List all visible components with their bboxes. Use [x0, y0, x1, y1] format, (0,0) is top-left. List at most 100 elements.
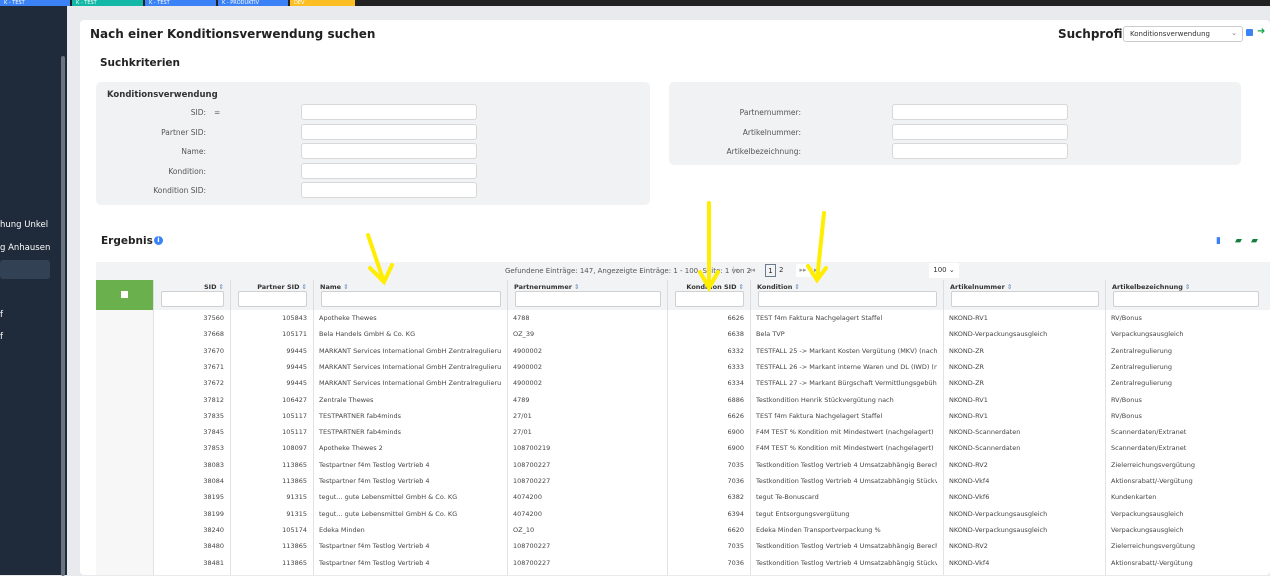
- column-filter-input[interactable]: [675, 291, 744, 307]
- column-header-artikelnummer[interactable]: Artikelnummer ⇕: [943, 280, 1105, 310]
- criteria-input[interactable]: [301, 182, 477, 198]
- page-2-button[interactable]: 2: [779, 264, 783, 277]
- table-cell: 37560: [203, 314, 224, 322]
- column-filter-input[interactable]: [321, 291, 501, 307]
- table-row[interactable]: 37845 105117 TESTPARTNER fab4minds 27/01 690…: [153, 424, 1270, 440]
- browser-tab[interactable]: K - TEST: [72, 0, 143, 6]
- next-page-button[interactable]: ▸▸: [796, 264, 810, 277]
- criteria-input[interactable]: [301, 123, 477, 140]
- info-icon[interactable]: i: [154, 236, 163, 245]
- criteria-input[interactable]: [301, 162, 477, 179]
- criteria-input[interactable]: [892, 143, 1068, 159]
- table-cell: 37670: [203, 346, 224, 355]
- sidebar-active-item[interactable]: [0, 260, 50, 279]
- column-header-partnernummer[interactable]: Partnernummer ⇕: [507, 280, 667, 310]
- page-1-button[interactable]: 1: [765, 264, 776, 277]
- column-label[interactable]: Partner SID ⇕: [257, 283, 307, 291]
- excel-icon[interactable]: ▰: [1235, 236, 1242, 246]
- table-row[interactable]: 37670 99445 MARKANT Services International…: [153, 343, 1270, 359]
- sidebar-item[interactable]: f: [0, 332, 3, 342]
- table-row[interactable]: 38480 113865 Testpartner f4m Testlog Vertr…: [153, 538, 1270, 554]
- criteria-input[interactable]: [301, 143, 477, 159]
- sort-icon[interactable]: ⇕: [1183, 283, 1190, 291]
- browser-tab[interactable]: K - PRODUKTIV: [218, 0, 288, 6]
- column-header-artikelbezeichnung[interactable]: Artikelbezeichnung ⇕: [1105, 280, 1265, 310]
- column-header-name[interactable]: Name ⇕: [313, 280, 507, 310]
- page-size-select[interactable]: 100 ⌄: [929, 263, 959, 278]
- column-filter-input[interactable]: [1113, 291, 1259, 307]
- column-label[interactable]: Kondition SID ⇕: [686, 283, 744, 291]
- search-profile-select[interactable]: Konditionsverwendung ⌄: [1123, 26, 1243, 42]
- browser-tab[interactable]: K - TEST: [145, 0, 216, 6]
- criteria-input[interactable]: [892, 104, 1068, 120]
- table-row[interactable]: 37672 99445 MARKANT Services International…: [153, 375, 1270, 391]
- table-row[interactable]: 37560 105843 Apotheke Thewes 4788 6626 TEST f…: [153, 310, 1270, 326]
- column-label[interactable]: SID ⇕: [204, 283, 224, 291]
- browser-tab[interactable]: DEV: [290, 0, 355, 6]
- column-filter-input[interactable]: [758, 291, 937, 307]
- column-header-partner-sid[interactable]: Partner SID ⇕: [230, 280, 313, 310]
- sid-operator[interactable]: =: [214, 108, 220, 117]
- sort-icon[interactable]: ⇕: [299, 283, 307, 291]
- column-header-sid[interactable]: SID ⇕: [153, 280, 230, 310]
- sort-icon[interactable]: ⇕: [736, 283, 744, 291]
- table-row[interactable]: 38199 91315 tegut... gute Lebensmittel Gmb…: [153, 506, 1270, 522]
- table-cell: MARKANT Services International GmbH Zent…: [319, 346, 501, 355]
- column-label[interactable]: Kondition ⇕: [757, 283, 800, 291]
- sidebar-item[interactable]: hung Unkel: [0, 220, 48, 230]
- table-row[interactable]: 37668 105171 Bela Handels GmbH & Co. KG OZ_…: [153, 326, 1270, 342]
- column-header-kondition[interactable]: Kondition ⇕: [750, 280, 943, 310]
- column-label[interactable]: Artikelbezeichnung ⇕: [1112, 283, 1190, 291]
- excel-icon[interactable]: ▰: [1251, 236, 1258, 246]
- first-page-button[interactable]: |◂: [732, 264, 738, 277]
- column-header-kondition-sid[interactable]: Kondition SID ⇕: [667, 280, 750, 310]
- criteria-input[interactable]: [892, 123, 1068, 140]
- panel-title: Konditionsverwendung: [107, 90, 218, 100]
- column-label[interactable]: Artikelnummer ⇕: [950, 283, 1012, 291]
- table-cell: 37668: [203, 330, 224, 339]
- sidebar: hung Unkel g Anhausen f f: [0, 6, 67, 576]
- prev-page-button[interactable]: ◂◂: [748, 264, 755, 277]
- column-filter-input[interactable]: [951, 291, 1099, 307]
- table-cell: Edeka Minden: [319, 525, 365, 534]
- table-row[interactable]: 38195 91315 tegut... gute Lebensmittel Gmb…: [153, 489, 1270, 505]
- table-row[interactable]: 38240 105174 Edeka Minden OZ_10 6620 Edeka Mi…: [153, 522, 1270, 538]
- field-label: Partner SID:: [161, 127, 206, 137]
- table-cell: 108700227: [513, 558, 551, 567]
- sort-icon[interactable]: ⇕: [216, 283, 224, 291]
- table-row[interactable]: 37671 99445 MARKANT Services International…: [153, 359, 1270, 375]
- sidebar-scrollbar[interactable]: [61, 56, 65, 576]
- table-row[interactable]: 38084 113865 Testpartner f4m Testlog Vertr…: [153, 473, 1270, 489]
- sort-icon[interactable]: ⇕: [792, 283, 799, 291]
- table-cell: 6626: [727, 314, 744, 322]
- table-cell: 6900: [727, 444, 744, 453]
- column-label[interactable]: Name ⇕: [320, 283, 349, 291]
- sort-icon[interactable]: ⇕: [572, 283, 579, 291]
- table-cell: 37671: [203, 362, 224, 371]
- select-all-checkbox[interactable]: [121, 291, 128, 298]
- table-row[interactable]: 38083 113865 Testpartner f4m Testlog Vertr…: [153, 457, 1270, 473]
- table-row[interactable]: 37853 108097 Apotheke Thewes 2 108700219 690…: [153, 440, 1270, 456]
- column-filter-input[interactable]: [161, 291, 224, 307]
- save-icon[interactable]: [1246, 29, 1253, 36]
- pagination-bar: Gefundene Einträge: 147, Angezeigte Eint…: [96, 262, 1270, 280]
- document-icon[interactable]: ▮: [1216, 236, 1221, 246]
- column-filter-input[interactable]: [515, 291, 661, 307]
- table-cell: Zielerreichungsvergütung: [1111, 542, 1195, 551]
- column-label[interactable]: Partnernummer ⇕: [514, 283, 579, 291]
- sidebar-item[interactable]: f: [0, 310, 3, 320]
- sort-icon[interactable]: ⇕: [1005, 283, 1012, 291]
- arrow-right-icon[interactable]: ➜: [1257, 26, 1265, 37]
- column-filter-input[interactable]: [238, 291, 307, 307]
- table-row[interactable]: 38481 113865 Testpartner f4m Testlog Vertr…: [153, 555, 1270, 571]
- last-page-button[interactable]: ▸|: [814, 264, 820, 277]
- sort-icon[interactable]: ⇕: [341, 283, 348, 291]
- table-row[interactable]: 37835 105117 TESTPARTNER fab4minds 27/01 662…: [153, 408, 1270, 424]
- table-cell: 105843: [282, 314, 307, 322]
- table-cell: Aktionsrabatt/-Vergütung: [1111, 558, 1193, 567]
- select-all-cell[interactable]: [96, 280, 153, 310]
- criteria-input[interactable]: [301, 104, 477, 120]
- table-cell: 4788: [513, 314, 530, 322]
- sidebar-item[interactable]: g Anhausen: [0, 243, 50, 253]
- table-row[interactable]: 37812 106427 Zentrale Thewes 4789 6886 Testko…: [153, 392, 1270, 408]
